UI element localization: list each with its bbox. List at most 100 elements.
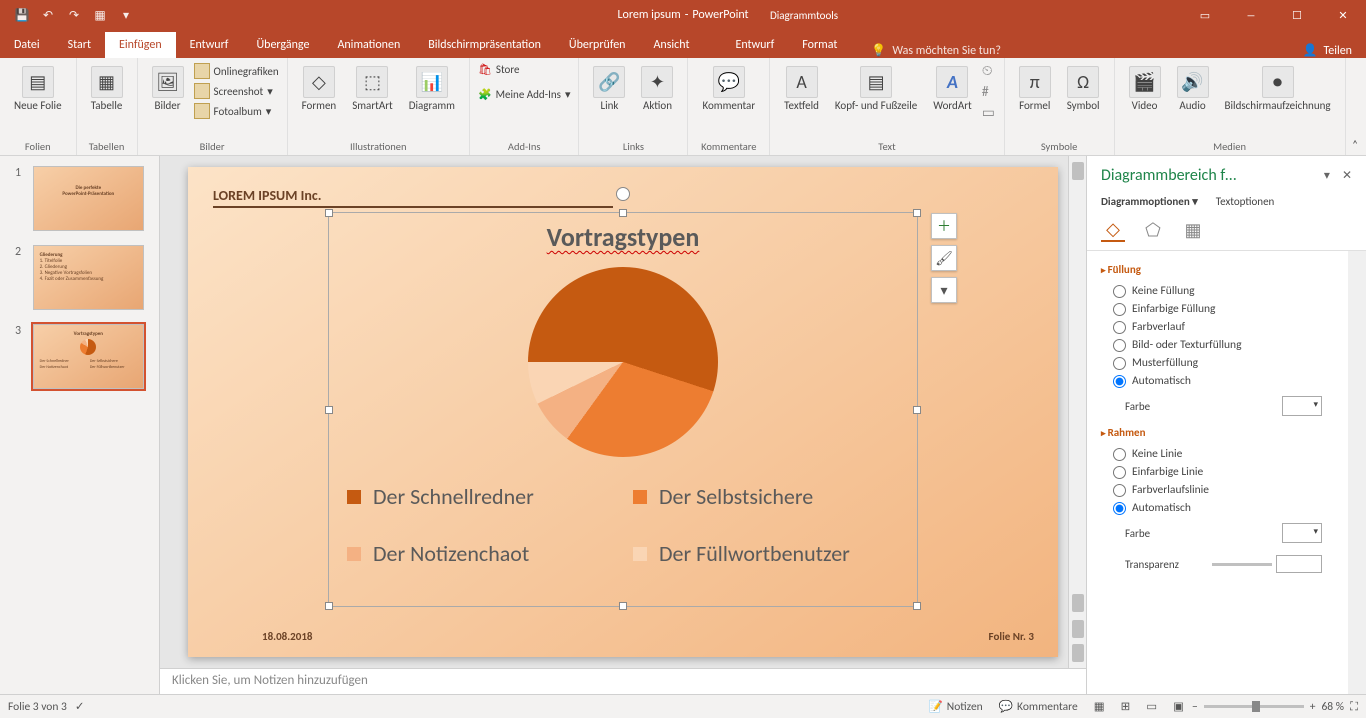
collapse-ribbon-icon[interactable]: ˄ (1352, 138, 1358, 151)
reading-view-icon[interactable]: ▭ (1138, 699, 1165, 714)
table-button[interactable]: ▦Tabelle (85, 62, 129, 116)
chart-selection[interactable]: Vortragstypen Der Schnellredner Der Selb… (328, 212, 918, 607)
save-icon[interactable]: 💾 (12, 5, 32, 25)
close-icon[interactable]: ✕ (1320, 0, 1366, 30)
screenshot-button[interactable]: Screenshot▾ (194, 82, 279, 100)
photo-album-button[interactable]: Fotoalbum▾ (194, 102, 279, 120)
share-button[interactable]: 👤Teilen (1303, 43, 1353, 58)
zoom-in-icon[interactable]: + (1310, 700, 1316, 714)
resize-handle-br[interactable] (913, 602, 921, 610)
shapes-button[interactable]: ◇Formen (296, 62, 343, 116)
line-gradient-radio[interactable]: Farbverlaufslinie (1101, 481, 1334, 499)
tab-file[interactable]: Datei (0, 32, 54, 58)
chart-button[interactable]: 📊Diagramm (403, 62, 461, 116)
slide-canvas[interactable]: LOREM IPSUM Inc. 18.08.2018 Folie Nr. 3 … (188, 167, 1058, 657)
scroll-down-icon[interactable] (1072, 594, 1084, 612)
size-icon[interactable]: ▦ (1181, 218, 1205, 242)
zoom-slider[interactable] (1204, 705, 1304, 708)
fill-color-button[interactable] (1282, 396, 1322, 416)
equation-button[interactable]: πFormel (1013, 62, 1057, 116)
pie-chart[interactable] (528, 267, 718, 457)
tab-view[interactable]: Ansicht (639, 32, 703, 58)
wordart-button[interactable]: AWordArt (927, 62, 977, 116)
comment-button[interactable]: 💬Kommentar (696, 62, 761, 116)
chart-options-tab[interactable]: Diagrammoptionen ▾ (1101, 195, 1198, 208)
thumbnail-1[interactable]: Die perfektePowerPoint-Präsentation (33, 166, 144, 231)
chart-elements-icon[interactable]: ＋ (931, 213, 957, 239)
resize-handle-b[interactable] (619, 602, 627, 610)
resize-handle-r[interactable] (913, 406, 921, 414)
my-addins-button[interactable]: 🧩Meine Add-Ins▾ (478, 87, 571, 102)
fill-gradient-radio[interactable]: Farbverlauf (1101, 318, 1334, 336)
line-solid-radio[interactable]: Einfarbige Linie (1101, 463, 1334, 481)
date-time-icon[interactable]: ⏲ (982, 62, 996, 79)
pictures-button[interactable]: 🖼Bilder (146, 62, 190, 116)
video-button[interactable]: 🎬Video (1123, 62, 1167, 116)
object-icon[interactable]: ▭ (982, 104, 996, 121)
store-button[interactable]: 🛍Store (478, 62, 571, 77)
tab-chart-design[interactable]: Entwurf (721, 32, 788, 58)
resize-handle-bl[interactable] (325, 602, 333, 610)
tab-slideshow[interactable]: Bildschirmpräsentation (414, 32, 555, 58)
comments-button[interactable]: 💬 Kommentare (991, 699, 1086, 714)
tab-transitions[interactable]: Übergänge (242, 32, 323, 58)
chart-legend[interactable]: Der Schnellredner Der Selbstsichere Der … (347, 483, 899, 567)
tab-start[interactable]: Start (54, 32, 105, 58)
symbol-button[interactable]: ΩSymbol (1061, 62, 1106, 116)
ribbon-options-icon[interactable]: ▭ (1182, 0, 1228, 30)
fill-section[interactable]: Füllung (1101, 263, 1334, 276)
tab-insert[interactable]: Einfügen (105, 32, 176, 58)
redo-icon[interactable]: ↷ (64, 5, 84, 25)
text-options-tab[interactable]: Textoptionen (1216, 195, 1275, 208)
smartart-button[interactable]: ⬚SmartArt (346, 62, 399, 116)
line-auto-radio[interactable]: Automatisch (1101, 499, 1334, 517)
fill-none-radio[interactable]: Keine Füllung (1101, 282, 1334, 300)
vertical-scrollbar[interactable] (1068, 156, 1086, 668)
pane-close-icon[interactable]: ✕ (1342, 168, 1352, 183)
minimize-icon[interactable]: ― (1228, 0, 1274, 30)
textbox-button[interactable]: ATextfeld (778, 62, 825, 116)
slide-number-icon[interactable]: # (982, 83, 996, 100)
tab-design[interactable]: Entwurf (176, 32, 243, 58)
thumbnail-3[interactable]: Vortragstypen Der SchnellrednerDer Selbs… (33, 324, 144, 389)
online-pictures-button[interactable]: Onlinegrafiken (194, 62, 279, 80)
header-footer-button[interactable]: ▤Kopf- und Fußzeile (829, 62, 923, 116)
chart-title[interactable]: Vortragstypen (329, 221, 917, 253)
slideshow-icon[interactable]: ▦ (90, 5, 110, 25)
spellcheck-icon[interactable]: ✓ (67, 699, 93, 714)
fill-picture-radio[interactable]: Bild- oder Texturfüllung (1101, 336, 1334, 354)
normal-view-icon[interactable]: ▦ (1086, 699, 1113, 714)
tab-review[interactable]: Überprüfen (555, 32, 640, 58)
fill-line-icon[interactable]: ◇ (1101, 218, 1125, 242)
zoom-out-icon[interactable]: − (1192, 700, 1198, 714)
tab-format[interactable]: Format (788, 32, 851, 58)
scroll-up-icon[interactable] (1072, 162, 1084, 180)
chart-filter-icon[interactable]: ▾ (931, 277, 957, 303)
rotate-handle[interactable] (616, 187, 630, 201)
audio-button[interactable]: 🔊Audio (1171, 62, 1215, 116)
fill-auto-radio[interactable]: Automatisch (1101, 372, 1334, 390)
fit-slide-icon[interactable]: ⛶ (1350, 700, 1358, 714)
fill-solid-radio[interactable]: Einfarbige Füllung (1101, 300, 1334, 318)
resize-handle-tr[interactable] (913, 209, 921, 217)
link-button[interactable]: 🔗Link (587, 62, 631, 116)
line-color-button[interactable] (1282, 523, 1322, 543)
tell-me[interactable]: 💡Was möchten Sie tun? (871, 43, 1001, 58)
resize-handle-l[interactable] (325, 406, 333, 414)
line-none-radio[interactable]: Keine Linie (1101, 445, 1334, 463)
sorter-view-icon[interactable]: ⊞ (1113, 699, 1139, 714)
border-section[interactable]: Rahmen (1101, 426, 1334, 439)
notes-placeholder[interactable]: Klicken Sie, um Notizen hinzuzufügen (160, 668, 1086, 694)
tab-animations[interactable]: Animationen (323, 32, 414, 58)
notes-button[interactable]: 📝 Notizen (920, 699, 990, 714)
fill-pattern-radio[interactable]: Musterfüllung (1101, 354, 1334, 372)
thumbnail-2[interactable]: Gliederung 1. Titelfolie2. Gliederung3. … (33, 245, 144, 310)
next-slide-icon[interactable] (1072, 644, 1084, 662)
chart-styles-icon[interactable]: 🖌 (931, 245, 957, 271)
maximize-icon[interactable]: ☐ (1274, 0, 1320, 30)
transparency-input[interactable] (1276, 555, 1322, 573)
zoom-value[interactable]: 68 % (1321, 700, 1343, 714)
action-button[interactable]: ✦Aktion (635, 62, 679, 116)
transparency-slider[interactable] (1212, 563, 1272, 566)
slideshow-view-icon[interactable]: ▣ (1165, 699, 1192, 714)
